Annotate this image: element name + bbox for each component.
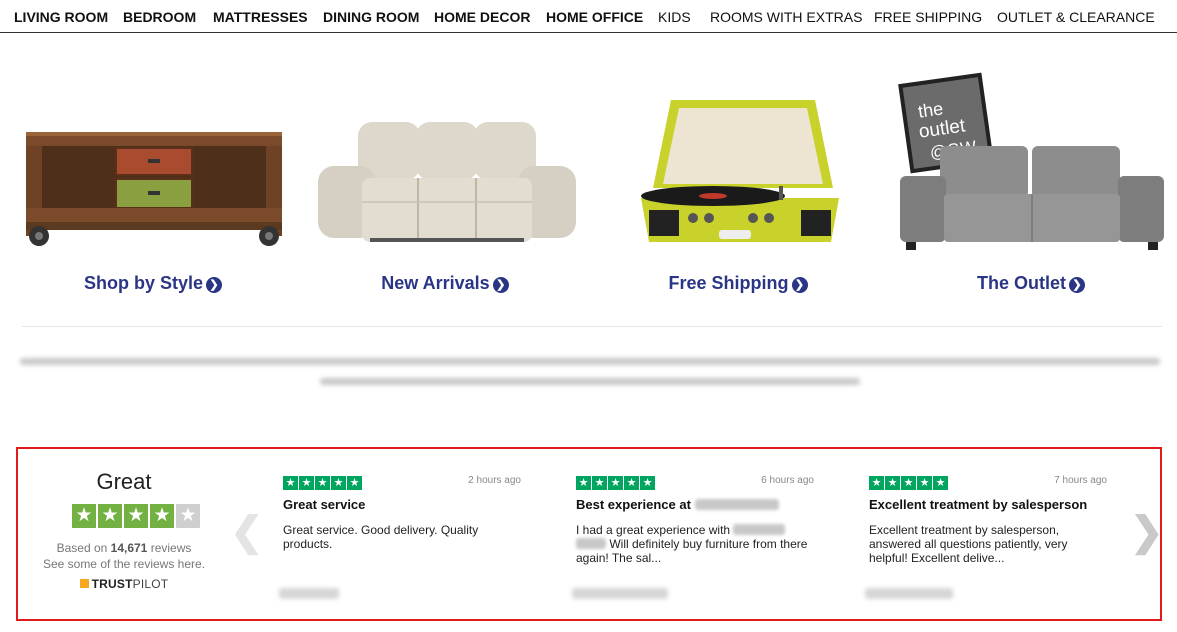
chevron-circle-right-icon: ❯ — [791, 277, 808, 293]
new-arrivals-link[interactable]: New Arrivals ❯ — [300, 273, 590, 294]
review-author-blurred — [279, 588, 339, 599]
review-card[interactable]: ★ ★ ★ ★ ★ 7 hours ago Excellent treatment by… — [865, 473, 1107, 603]
trustpilot-summary: Great ★ ★ ★ ★ ★ Based on 14,671 reviews See … — [38, 449, 210, 619]
free-shipping-label: Free Shipping — [668, 273, 789, 293]
recliner-sofa-image — [318, 122, 576, 242]
free-shipping-link[interactable]: Free Shipping ❯ — [593, 273, 883, 294]
review-card[interactable]: ★ ★ ★ ★ ★ 6 hours ago Best experience at I h… — [572, 473, 814, 603]
blurred-description-text — [20, 352, 1160, 396]
star-icon: ★ — [98, 504, 122, 528]
see-reviews-text: See some of the reviews here. — [42, 557, 206, 571]
review-count: 14,671 — [110, 541, 148, 555]
rating-stars: ★ ★ ★ ★ ★ — [72, 504, 202, 530]
review-time: 6 hours ago — [761, 475, 814, 486]
nav-home-office[interactable]: HOME OFFICE — [546, 9, 643, 25]
review-time: 2 hours ago — [468, 475, 521, 486]
star-icon: ★ — [150, 504, 174, 528]
trustpilot-check-icon — [79, 579, 89, 588]
nav-rooms-with-extras[interactable]: ROOMS WITH EXTRAS — [710, 9, 862, 25]
coffee-table-image — [26, 132, 282, 246]
shop-by-style-label: Shop by Style — [83, 273, 204, 293]
nav-bedroom[interactable]: BEDROOM — [123, 9, 196, 25]
nav-free-shipping[interactable]: FREE SHIPPING — [874, 9, 982, 25]
the-outlet-label: The Outlet — [977, 273, 1066, 293]
review-title: Great service — [283, 497, 366, 512]
nav-outlet-clearance[interactable]: OUTLET & CLEARANCE — [997, 9, 1155, 25]
carousel-prev-icon[interactable]: ❮ — [230, 509, 264, 555]
category-shop-by-style[interactable]: Shop by Style ❯ — [8, 70, 298, 305]
review-body: Great service. Good delivery. Quality pr… — [283, 523, 479, 551]
review-stars: ★ ★ ★ ★ ★ — [869, 473, 949, 490]
nav-mattresses[interactable]: MATTRESSES — [213, 9, 308, 25]
review-stars: ★ ★ ★ ★ ★ — [283, 473, 363, 490]
nav-home-decor[interactable]: HOME DECOR — [434, 9, 530, 25]
review-count-text: Based on 14,671 reviews — [56, 541, 192, 555]
review-card[interactable]: ★ ★ ★ ★ ★ 2 hours ago Great service Great se… — [279, 473, 521, 603]
rating-word: Great — [96, 469, 152, 494]
category-free-shipping[interactable]: Free Shipping ❯ — [593, 70, 883, 305]
star-icon: ★ — [72, 504, 96, 528]
trustpilot-widget: Great ★ ★ ★ ★ ★ Based on 14,671 reviews See … — [16, 447, 1164, 621]
review-stars: ★ ★ ★ ★ ★ — [576, 473, 656, 490]
chevron-circle-right-icon: ❯ — [492, 277, 509, 293]
category-the-outlet[interactable]: the outlet @GW The Outlet❯ — [886, 70, 1176, 305]
star-empty-icon: ★ — [176, 504, 200, 528]
outlet-sofa-image: the outlet @GW — [898, 72, 1164, 250]
review-title: Excellent treatment by salesperson — [869, 497, 1088, 512]
record-player-image — [641, 100, 839, 242]
review-author-blurred — [865, 588, 953, 599]
review-title: Best experience at — [576, 497, 779, 512]
chevron-circle-right-icon: ❯ — [206, 277, 223, 293]
carousel-next-icon[interactable]: ❯ — [1130, 509, 1164, 555]
nav-kids[interactable]: KIDS — [658, 9, 691, 25]
review-time: 7 hours ago — [1054, 475, 1107, 486]
nav-living-room[interactable]: LIVING ROOM — [14, 9, 108, 25]
category-new-arrivals[interactable]: New Arrivals ❯ — [300, 70, 590, 305]
nav-dining-room[interactable]: DINING ROOM — [323, 9, 419, 25]
top-navigation: LIVING ROOM BEDROOM MATTRESSES DINING RO… — [0, 0, 1177, 33]
shop-by-style-link[interactable]: Shop by Style ❯ — [8, 273, 298, 294]
the-outlet-link[interactable]: The Outlet ❯ — [886, 273, 1176, 294]
star-icon: ★ — [124, 504, 148, 528]
blurred-store-name — [694, 499, 779, 510]
new-arrivals-label: New Arrivals — [381, 273, 490, 293]
trustpilot-logo[interactable]: TRUSTPILOT — [38, 577, 210, 591]
review-author-blurred — [572, 588, 668, 599]
section-divider — [22, 326, 1162, 327]
chevron-circle-right-icon: ❯ — [1069, 277, 1085, 293]
review-body: I had a great experience with Will defin… — [576, 523, 808, 565]
review-body: Excellent treatment by salesperson, answ… — [869, 523, 1068, 565]
